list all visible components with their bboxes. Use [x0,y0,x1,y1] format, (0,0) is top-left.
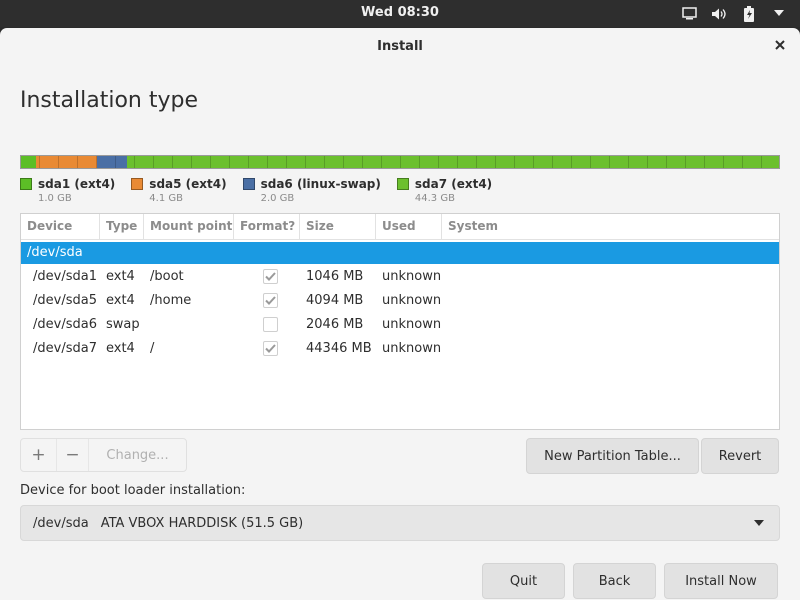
partition-segment-sda7 [127,156,779,168]
legend-name: sda5 (ext4) [149,177,227,191]
partition-bar [20,155,780,169]
cell-device: /dev/sda5 [33,292,97,308]
format-checkbox[interactable] [262,292,278,308]
legend-name: sda7 (ext4) [414,177,493,191]
change-partition-button[interactable]: Change... [89,439,186,471]
cell-used: unknown [382,268,442,284]
chevron-down-icon[interactable] [770,5,788,22]
legend-item-sda7: sda7 (ext4) 44.3 GB [396,177,493,204]
partition-segment-sda1 [21,156,36,168]
cell-device: /dev/sda6 [33,316,97,332]
legend-size: 2.0 GB [260,193,295,204]
bootloader-device-description: ATA VBOX HARDDISK (51.5 GB) [100,515,304,531]
table-row[interactable]: /dev/sda5 ext4 /home 4094 MB unknown [21,288,779,312]
cell-mount-point: / [150,340,155,356]
legend-swatch [242,178,255,190]
cell-size: 2046 MB [306,316,364,332]
revert-button[interactable]: Revert [701,438,779,474]
display-icon[interactable] [680,5,698,22]
cell-used: unknown [382,316,442,332]
partition-segment-sda5 [36,156,97,168]
legend-item-sda6: sda6 (linux-swap) 2.0 GB [242,177,381,204]
partition-segment-sda6 [97,156,127,168]
column-header-type[interactable]: Type [100,214,144,239]
check-icon [264,343,276,353]
close-button[interactable] [772,37,788,53]
column-header-used[interactable]: Used [376,214,442,239]
quit-button[interactable]: Quit [482,563,565,599]
battery-icon[interactable] [740,5,758,22]
table-row-selected[interactable]: /dev/sda [21,242,779,264]
cell-size: 44346 MB [306,340,372,356]
table-row[interactable]: /dev/sda7 ext4 / 44346 MB unknown [21,336,779,360]
bootloader-label: Device for boot loader installation: [20,483,246,498]
cell-format [234,292,300,308]
partition-table: Device Type Mount point Format? Size Use… [20,213,780,430]
back-button[interactable]: Back [573,563,656,599]
cell-device: /dev/sda7 [33,340,97,356]
cell-type: ext4 [106,292,135,308]
cell-format [234,340,300,356]
cell-mount-point: /home [150,292,192,308]
remove-partition-button[interactable]: − [57,439,89,471]
legend-name: sda1 (ext4) [38,177,116,191]
cell-used: unknown [382,340,442,356]
volume-icon[interactable] [710,5,728,22]
legend-name: sda6 (linux-swap) [260,177,381,191]
window-title: Install [377,39,423,54]
cell-mount-point: /boot [150,268,184,284]
cell-size: 1046 MB [306,268,364,284]
column-header-size[interactable]: Size [300,214,376,239]
legend-swatch [396,178,409,190]
close-icon [775,40,785,50]
new-partition-table-button[interactable]: New Partition Table... [526,438,699,474]
format-checkbox[interactable] [262,340,278,356]
install-now-button[interactable]: Install Now [664,563,778,599]
format-checkbox[interactable] [262,268,278,284]
dropdown-arrow-icon [754,520,764,526]
legend-size: 44.3 GB [414,193,455,204]
legend-swatch [131,178,144,190]
partition-legend: sda1 (ext4) 1.0 GB sda5 (ext4) 4.1 GB sd… [20,177,508,204]
legend-item-sda5: sda5 (ext4) 4.1 GB [131,177,227,204]
cell-format [234,268,300,284]
column-header-system[interactable]: System [442,214,779,239]
column-header-mount-point[interactable]: Mount point [144,214,234,239]
installer-window: Install Installation type sda1 (ext4) 1.… [0,28,800,600]
column-header-device[interactable]: Device [21,214,100,239]
bootloader-device-select[interactable]: /dev/sda ATA VBOX HARDDISK (51.5 GB) [20,505,780,541]
table-row[interactable]: /dev/sda1 ext4 /boot 1046 MB unknown [21,264,779,288]
cell-type: swap [106,316,140,332]
window-titlebar: Install [0,28,800,64]
system-tray [680,5,788,22]
table-header: Device Type Mount point Format? Size Use… [21,214,779,240]
bootloader-device: /dev/sda [33,515,89,531]
table-row[interactable]: /dev/sda6 swap 2046 MB unknown [21,312,779,336]
legend-size: 1.0 GB [38,193,72,204]
legend-size: 4.1 GB [149,193,183,204]
page-title: Installation type [20,88,198,113]
partition-toolbar: + − Change... [20,438,187,472]
cell-size: 4094 MB [306,292,364,308]
check-icon [264,271,276,281]
cell-used: unknown [382,292,442,308]
column-header-format[interactable]: Format? [234,214,300,239]
add-partition-button[interactable]: + [21,439,57,471]
cell-format [234,316,300,332]
cell-type: ext4 [106,340,135,356]
cell-device: /dev/sda1 [33,268,97,284]
cell-type: ext4 [106,268,135,284]
check-icon [264,295,276,305]
format-checkbox[interactable] [262,316,278,332]
legend-swatch [20,178,32,190]
top-bar: Wed 08:30 [0,0,800,27]
legend-item-sda1: sda1 (ext4) 1.0 GB [20,177,115,204]
